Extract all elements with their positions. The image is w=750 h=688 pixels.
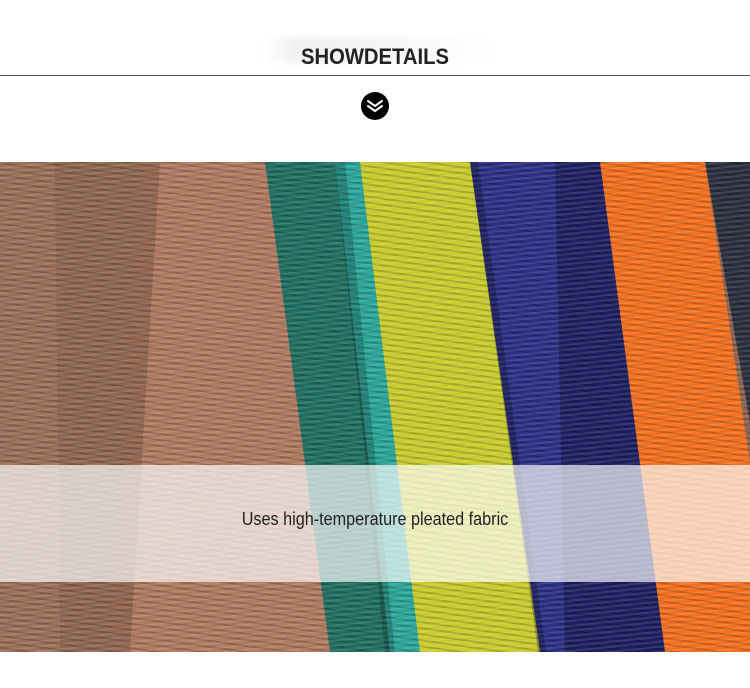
photo-caption: Uses high-temperature pleated fabric <box>241 509 509 529</box>
footer-space <box>0 652 750 688</box>
double-chevron-down-icon <box>361 92 389 120</box>
fabric-photo: Uses high-temperature pleated fabric <box>0 162 750 652</box>
section-title: SHOWDETAILS <box>300 44 450 69</box>
section-header: SHOWDETAILS <box>0 0 750 162</box>
divider <box>0 75 750 76</box>
